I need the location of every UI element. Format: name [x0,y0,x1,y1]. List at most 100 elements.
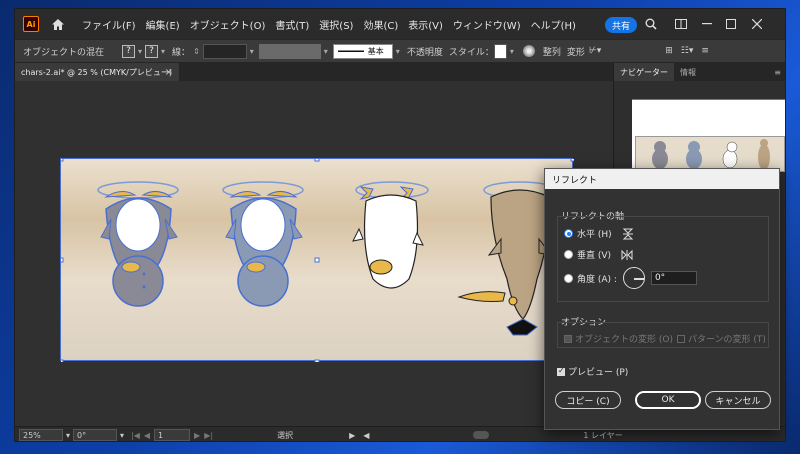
control-bar: オブジェクトの混在 ? ▾ ? ▾ 線： ⇕ ▾ ▾ 基本 ▾ 不透明度 スタイ… [15,39,785,63]
horizontal-scrollbar[interactable] [473,431,490,439]
zoom-field[interactable]: 25% [19,429,63,441]
artwork[interactable] [58,156,576,365]
menu-object[interactable]: オブジェクト(O) [185,17,271,32]
app-logo: Ai [23,16,39,32]
reflect-dialog: リフレクト リフレクトの軸 水平 (H) 垂直 (V) 角度 (A) : 0° … [544,168,780,430]
angle-option[interactable]: 角度 (A) : 0° [564,267,697,289]
dialog-title[interactable]: リフレクト [545,169,779,189]
graphic-style-swatch[interactable] [493,43,507,59]
menu-window[interactable]: ウィンドウ(W) [448,17,526,32]
menu-view[interactable]: 表示(V) [403,17,448,32]
vertical-label: 垂直 (V) [577,251,612,261]
chevron-down-icon[interactable]: ▾ [66,431,70,440]
tab-info[interactable]: 情報 [674,63,702,81]
canvas-area[interactable] [15,81,613,426]
transform-patterns-checkbox[interactable] [677,334,685,343]
style-label: スタイル： [448,47,494,58]
menu-icon[interactable]: ≡ [701,46,709,56]
vertical-option[interactable]: 垂直 (V) [564,248,633,261]
penguin-1[interactable] [97,181,179,307]
close-tab-icon[interactable]: × [165,67,173,78]
opacity-label[interactable]: 不透明度 [407,45,443,58]
copy-button[interactable]: コピー (C) [555,391,621,409]
chevron-down-icon[interactable]: ▾ [120,431,124,440]
horizontal-option[interactable]: 水平 (H) [564,227,634,240]
isolate-icon[interactable]: ⊬▾ [589,46,601,56]
panel-tabs: ナビゲーター 情報 ≡ [614,63,785,81]
prev-artboard-icon[interactable]: ◀ [144,431,150,440]
transform-objects-option[interactable]: オブジェクトの変形 (O) [564,332,673,345]
penguin-2[interactable] [222,181,304,307]
chevron-down-icon[interactable]: ▾ [324,47,328,56]
document-tab[interactable]: chars-2.ai* @ 25 % (CMYK/プレビュー) × [15,63,179,81]
rotation-field[interactable]: 0° [73,429,118,441]
arrange-icon[interactable] [673,16,689,32]
search-icon[interactable] [643,16,659,32]
horizontal-radio[interactable] [564,229,573,238]
duck-white[interactable] [352,181,429,289]
close-icon[interactable] [749,16,765,32]
artboard[interactable] [58,156,576,365]
ok-button[interactable]: OK [635,391,701,409]
minimize-icon[interactable] [699,16,715,32]
scroll-left-icon[interactable]: ◀ [363,431,369,440]
preview-label: プレビュー (P) [568,368,629,378]
navigator-thumbnail[interactable] [632,99,785,172]
transform-objects-checkbox[interactable] [564,334,572,343]
current-tool-label: 選択 [277,430,294,440]
cancel-button[interactable]: キャンセル [705,391,771,409]
preview-option[interactable]: プレビュー (P) [557,365,628,378]
transform-patterns-label: パターンの変形 (T) [688,335,766,345]
chevron-down-icon[interactable]: ▾ [161,47,165,56]
chevron-down-icon[interactable]: ▾ [138,47,142,56]
transform-patterns-option[interactable]: パターンの変形 (T) [677,332,766,345]
menu-help[interactable]: ヘルプ(H) [526,17,581,32]
menu-effect[interactable]: 効果(C) [358,17,403,32]
stroke-weight-label: 線： [172,47,191,58]
variable-width-profile[interactable] [258,43,321,59]
share-button[interactable]: 共有 [605,17,637,33]
fill-swatch[interactable]: ? [122,44,136,58]
brush-label: 基本 [367,46,384,56]
vertical-axis-icon [621,249,633,260]
chevron-down-icon[interactable]: ▾ [510,47,514,56]
angle-input[interactable]: 0° [650,271,697,285]
menu-edit[interactable]: 編集(E) [141,17,185,32]
recolor-icon[interactable] [522,45,535,57]
first-artboard-icon[interactable]: |◀ [131,431,140,440]
horizontal-label: 水平 (H) [577,230,612,240]
arrange-docs-icon[interactable]: ☷▾ [681,46,694,56]
status-menu-icon[interactable]: ▶ [349,431,355,440]
grid-icon[interactable]: ⊞ [665,46,673,56]
chevron-down-icon[interactable]: ▾ [250,47,254,56]
stepper-icon[interactable]: ⇕ [193,47,200,56]
menu-select[interactable]: 選択(S) [314,17,358,32]
transform-label[interactable]: 変形 [567,45,585,58]
next-artboard-icon[interactable]: ▶ [194,431,200,440]
document-tab-row: chars-2.ai* @ 25 % (CMYK/プレビュー) × [15,63,615,81]
navigator-preview [635,136,785,172]
angle-label: 角度 (A) : [577,274,617,285]
stroke-line-icon [337,50,364,52]
brush-definition[interactable]: 基本 [332,43,393,59]
maximize-icon[interactable] [723,16,739,32]
home-icon[interactable] [49,15,67,33]
menu-type[interactable]: 書式(T) [270,17,314,32]
stroke-weight-input[interactable] [202,43,247,59]
stroke-swatch[interactable]: ? [145,44,159,58]
artboard-number-field[interactable]: 1 [154,429,191,441]
selection-mode-label: オブジェクトの混在 [23,47,105,58]
tab-navigator[interactable]: ナビゲーター [614,63,674,81]
menu-list: ファイル(F) 編集(E) オブジェクト(O) 書式(T) 選択(S) 効果(C… [77,17,581,32]
align-label[interactable]: 整列 [543,45,561,58]
chevron-down-icon[interactable]: ▾ [396,47,400,56]
menu-file[interactable]: ファイル(F) [77,17,141,32]
bird-brown[interactable] [457,181,557,336]
angle-radio[interactable] [564,273,573,283]
vertical-radio[interactable] [564,250,573,259]
last-artboard-icon[interactable]: ▶| [204,431,213,440]
panel-menu-icon[interactable]: ≡ [768,63,785,81]
preview-checkbox[interactable] [557,366,565,376]
angle-dial[interactable] [622,267,645,289]
transform-objects-label: オブジェクトの変形 (O) [575,335,673,345]
